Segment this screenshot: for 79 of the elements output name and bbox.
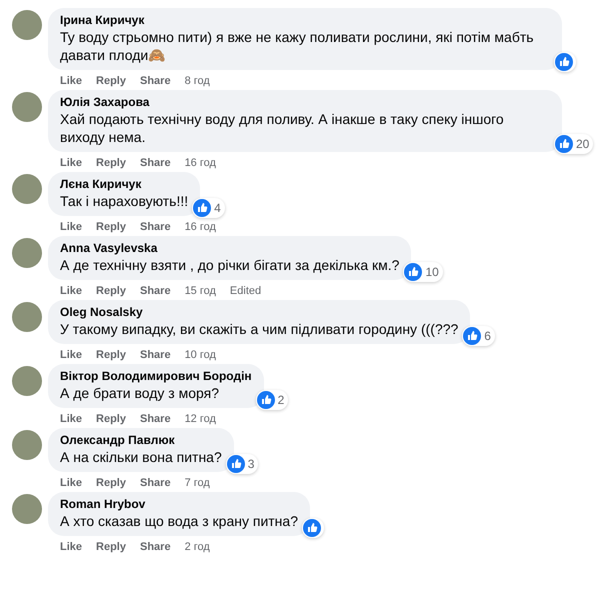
comment-action-link[interactable]: Share bbox=[140, 285, 171, 297]
comment-author[interactable]: Віктор Володимирович Бородін bbox=[60, 369, 252, 383]
reaction-count: 4 bbox=[214, 201, 222, 215]
comment-action-link[interactable]: Reply bbox=[96, 349, 126, 361]
comment-action-link[interactable]: Share bbox=[140, 349, 171, 361]
comment-text: Ту воду стрьомно пити) я вже не кажу поливати рослини, які потім мабть давати плоди🙈 bbox=[60, 28, 535, 64]
comment-author[interactable]: Лєна Киричук bbox=[60, 177, 188, 191]
reaction-badge[interactable]: 3 bbox=[226, 454, 258, 474]
comment-time[interactable]: 12 год bbox=[184, 413, 216, 425]
reaction-count: 3 bbox=[248, 457, 256, 471]
comment-time[interactable]: 8 год bbox=[184, 75, 210, 87]
comment-text: Так і нараховують!!! bbox=[60, 192, 188, 210]
comment-text: А де брати воду з моря? bbox=[60, 384, 220, 402]
comment-action-link[interactable]: Like bbox=[60, 413, 82, 425]
comment-time[interactable]: 7 год bbox=[184, 477, 210, 489]
reaction-count: 2 bbox=[278, 393, 286, 407]
avatar[interactable] bbox=[12, 366, 42, 396]
comment-text: Хай подають технічну воду для поливу. А інакше в таку спеку іншого виходу нема. bbox=[60, 110, 505, 146]
comment-time[interactable]: 2 год bbox=[184, 541, 210, 553]
comment-action-link[interactable]: Like bbox=[60, 541, 82, 553]
thumbs-up-icon bbox=[302, 519, 321, 537]
comment-text: А хто сказав що вода з крану питна? bbox=[60, 512, 298, 530]
comment-text: А на скільки вона питна? bbox=[60, 448, 222, 466]
comment-action-link[interactable]: Reply bbox=[96, 75, 126, 87]
comment-time[interactable]: 10 год bbox=[184, 349, 216, 361]
reaction-count: 20 bbox=[576, 137, 590, 151]
thumbs-up-icon bbox=[555, 53, 573, 71]
comment-author[interactable]: Roman Hrybov bbox=[60, 497, 298, 511]
comment-author[interactable]: Юлія Захарова bbox=[60, 95, 550, 109]
avatar[interactable] bbox=[12, 238, 42, 268]
reaction-badge[interactable]: 6 bbox=[462, 326, 495, 346]
avatar[interactable] bbox=[12, 430, 42, 460]
comment-action-link[interactable]: Reply bbox=[96, 413, 126, 425]
comment-author[interactable]: Олександр Павлюк bbox=[60, 433, 222, 447]
comment-time[interactable]: 16 год bbox=[184, 157, 216, 169]
comment-action-link[interactable]: Like bbox=[60, 221, 82, 233]
reaction-count: 10 bbox=[425, 265, 440, 279]
avatar[interactable] bbox=[12, 174, 42, 204]
reaction-badge[interactable] bbox=[302, 518, 324, 538]
comment-action-link[interactable]: Reply bbox=[96, 477, 126, 489]
comment-author[interactable]: Oleg Nosalsky bbox=[60, 305, 458, 319]
reaction-badge[interactable]: 4 bbox=[192, 198, 225, 218]
comment-action-link[interactable]: Share bbox=[140, 477, 171, 489]
comment-action-link[interactable]: Like bbox=[60, 477, 82, 489]
avatar[interactable] bbox=[12, 10, 42, 40]
comment-action-link[interactable]: Like bbox=[60, 285, 82, 297]
reaction-count: 6 bbox=[484, 329, 492, 343]
edited-label: Edited bbox=[230, 285, 262, 297]
comment-action-link[interactable]: Share bbox=[140, 75, 171, 87]
comment-time[interactable]: 15 год bbox=[184, 285, 216, 297]
avatar[interactable] bbox=[12, 302, 42, 332]
comment-author[interactable]: Ірина Киричук bbox=[60, 13, 550, 27]
comment-action-link[interactable]: Share bbox=[140, 221, 171, 233]
comment-action-link[interactable]: Like bbox=[60, 157, 82, 169]
comment-time[interactable]: 16 год bbox=[184, 221, 216, 233]
reaction-badge[interactable] bbox=[554, 52, 576, 72]
comment-action-link[interactable]: Reply bbox=[96, 285, 126, 297]
comment-text: У такому випадку, ви скажіть а чим підливати городину (((??? bbox=[60, 320, 458, 338]
comment-action-link[interactable]: Share bbox=[140, 413, 171, 425]
reaction-badge[interactable]: 20 bbox=[554, 134, 594, 154]
comment-action-link[interactable]: Like bbox=[60, 349, 82, 361]
reaction-badge[interactable]: 10 bbox=[403, 262, 443, 282]
thumbs-up-icon bbox=[463, 327, 482, 345]
comment-action-link[interactable]: Reply bbox=[96, 221, 126, 233]
avatar[interactable] bbox=[12, 92, 42, 122]
reaction-badge[interactable]: 2 bbox=[256, 390, 288, 410]
comment-action-link[interactable]: Reply bbox=[96, 157, 126, 169]
comment-action-link[interactable]: Share bbox=[140, 157, 171, 169]
comment-author[interactable]: Anna Vasylevska bbox=[60, 241, 400, 255]
comment-text: А де технічну взяти , до річки бігати за декілька км.? bbox=[60, 256, 400, 274]
comment-action-link[interactable]: Share bbox=[140, 541, 171, 553]
avatar[interactable] bbox=[12, 494, 42, 524]
thumbs-up-icon bbox=[404, 263, 422, 281]
thumbs-up-icon bbox=[555, 135, 573, 153]
comment-action-link[interactable]: Like bbox=[60, 75, 82, 87]
comment-action-link[interactable]: Reply bbox=[96, 541, 126, 553]
thumbs-up-icon bbox=[226, 455, 245, 473]
thumbs-up-icon bbox=[256, 391, 275, 409]
thumbs-up-icon bbox=[193, 199, 212, 217]
